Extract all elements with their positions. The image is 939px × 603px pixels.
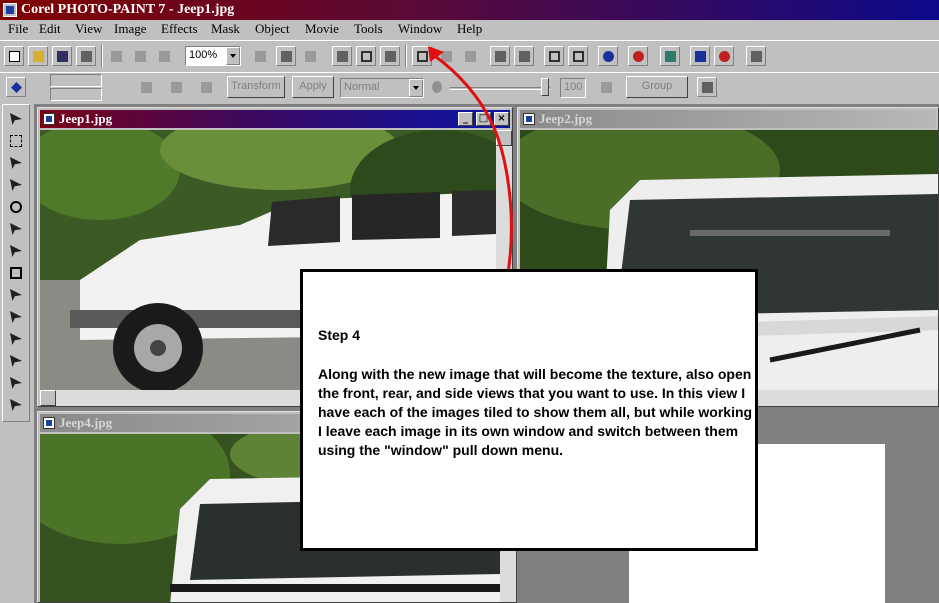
step-title: Step 4 xyxy=(318,327,361,343)
step-body: Along with the new image that will becom… xyxy=(318,366,753,458)
step-callout: Step 4 Along with the new image that wil… xyxy=(300,269,758,551)
